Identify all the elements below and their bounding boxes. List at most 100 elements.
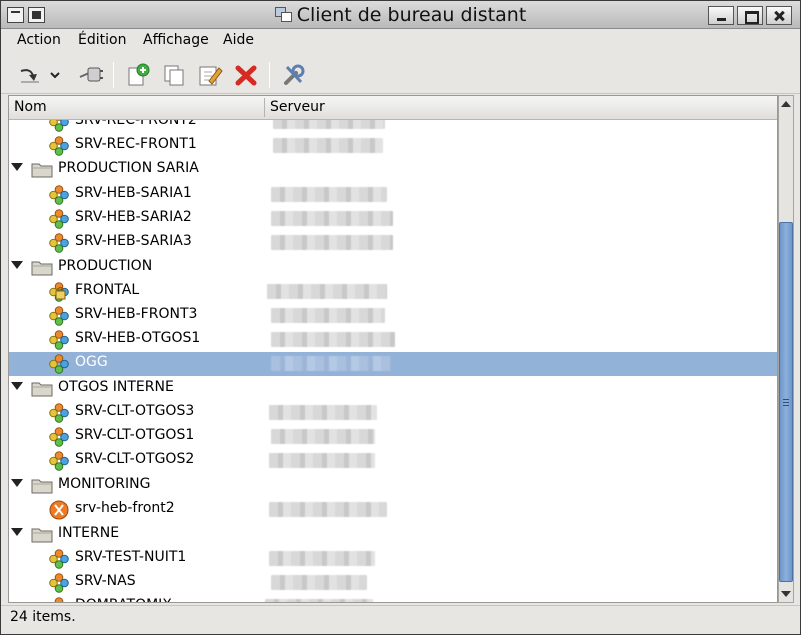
row-name: SRV-TEST-NUIT1 [75,549,187,565]
expander-triangle-icon[interactable] [11,528,23,536]
tree-server-row[interactable]: SRV-TEST-NUIT1 [9,547,777,571]
server-icon [49,185,69,205]
server-icon [49,330,69,350]
row-server-address [271,235,393,250]
column-header-server[interactable]: Serveur [270,99,325,115]
row-name: INTERNE [58,525,120,541]
expander-triangle-icon[interactable] [11,479,23,487]
row-server-address [269,502,387,517]
tree-group-row[interactable]: PRODUCTION [9,256,777,280]
row-name: PRODUCTION [58,258,153,274]
server-icon [49,451,69,471]
toolbar [1,54,800,94]
tree-group-row[interactable]: MONITORING [9,474,777,498]
menu-affichage[interactable]: Affichage [143,32,209,48]
folder-icon [31,477,53,494]
row-name: OTGOS INTERNE [58,379,174,395]
row-name: SRV-CLT-OTGOS1 [75,427,195,443]
edit-icon[interactable] [197,62,223,88]
chevron-down-icon[interactable] [46,62,64,88]
copy-icon[interactable] [161,62,187,88]
row-name: SRV-HEB-FRONT3 [75,306,198,322]
row-name: SRV-REC-FRONT2 [75,120,197,128]
close-button[interactable] [766,6,792,25]
row-server-address [271,211,393,226]
menu-action[interactable]: Action [17,32,61,48]
row-server-address [269,405,377,420]
server-icon [49,597,69,602]
row-server-address [269,551,375,566]
title-bar[interactable]: Client de bureau distant [1,1,800,29]
tree-server-row[interactable]: SRV-HEB-FRONT3 [9,304,777,328]
expander-triangle-icon[interactable] [11,261,23,269]
server-icon [49,233,69,253]
scroll-up-arrow-icon[interactable] [780,97,792,111]
folder-icon [31,526,53,543]
tree-server-row[interactable]: SRV-HEB-SARIA2 [9,207,777,231]
column-divider[interactable] [264,98,265,117]
preferences-icon[interactable] [281,62,307,88]
tree-group-row[interactable]: PRODUCTION SARIA [9,158,777,182]
row-server-address [271,356,391,371]
expander-triangle-icon[interactable] [11,382,23,390]
server-locked-icon [49,282,69,302]
row-server-address [271,429,375,444]
server-icon [49,403,69,423]
server-icon [49,136,69,156]
tree-group-row[interactable]: INTERNE [9,523,777,547]
app-window: Client de bureau distant Action Édition … [0,0,801,635]
menu-aide[interactable]: Aide [223,32,254,48]
tree-server-row[interactable]: SRV-HEB-SARIA3 [9,231,777,255]
tree-server-row[interactable]: DOMRATOMIX [9,595,777,602]
vertical-scrollbar[interactable] [778,95,794,603]
menu-bar: Action Édition Affichage Aide [1,30,800,52]
folder-icon [31,259,53,276]
tree-server-row[interactable]: SRV-NAS [9,571,777,595]
tree-server-row[interactable]: SRV-REC-FRONT2 [9,120,777,134]
maximize-button[interactable] [737,6,763,25]
status-bar: 24 items. [1,605,800,633]
scroll-thumb[interactable] [779,222,793,582]
row-server-address [269,453,375,468]
delete-icon[interactable] [233,62,259,88]
row-name: SRV-CLT-OTGOS2 [75,451,195,467]
tree-server-row[interactable]: SRV-HEB-SARIA1 [9,183,777,207]
new-server-icon[interactable] [125,62,151,88]
row-name: SRV-HEB-SARIA2 [75,209,192,225]
status-text: 24 items. [10,609,76,625]
plug-icon[interactable] [77,62,103,88]
row-name: SRV-HEB-OTGOS1 [75,330,201,346]
tree-server-row[interactable]: srv-heb-front2 [9,498,777,522]
tree-server-row[interactable]: SRV-CLT-OTGOS3 [9,401,777,425]
row-name: MONITORING [58,476,151,492]
tree-header: Nom Serveur [9,96,777,120]
tree-rows: SRV-REC-FRONT2 SRV-REC-FRONT1 PRODUCTION S… [9,120,777,602]
row-name: SRV-NAS [75,573,136,589]
tree-group-row[interactable]: OTGOS INTERNE [9,377,777,401]
row-name: DOMRATOMIX [75,597,172,602]
row-name: SRV-HEB-SARIA3 [75,233,192,249]
row-name: SRV-CLT-OTGOS3 [75,403,195,419]
server-icon [49,120,69,132]
window-title-container: Client de bureau distant [1,4,800,26]
scroll-down-arrow-icon[interactable] [780,587,792,601]
row-server-address [273,120,385,129]
tree-server-row[interactable]: FRONTAL [9,280,777,304]
toolbar-separator [113,62,114,88]
tree-server-row[interactable]: SRV-HEB-OTGOS1 [9,328,777,352]
tree-server-row[interactable]: SRV-CLT-OTGOS1 [9,425,777,449]
menu-edition[interactable]: Édition [78,32,126,48]
row-server-address [267,284,387,299]
server-icon [49,354,69,374]
row-server-address [271,332,395,347]
expander-triangle-icon[interactable] [11,163,23,171]
server-tree[interactable]: Nom Serveur SRV-REC-FRONT2 SRV-REC-FRONT1… [8,95,778,603]
tree-server-row[interactable]: SRV-CLT-OTGOS2 [9,449,777,473]
tree-server-row[interactable]: SRV-REC-FRONT1 [9,134,777,158]
folder-icon [31,380,53,397]
tree-server-row[interactable]: OGG [9,352,777,376]
connect-arrow-icon[interactable] [17,62,43,88]
column-header-name[interactable]: Nom [14,99,47,115]
row-server-address [265,599,373,602]
minimize-button[interactable] [708,6,734,25]
